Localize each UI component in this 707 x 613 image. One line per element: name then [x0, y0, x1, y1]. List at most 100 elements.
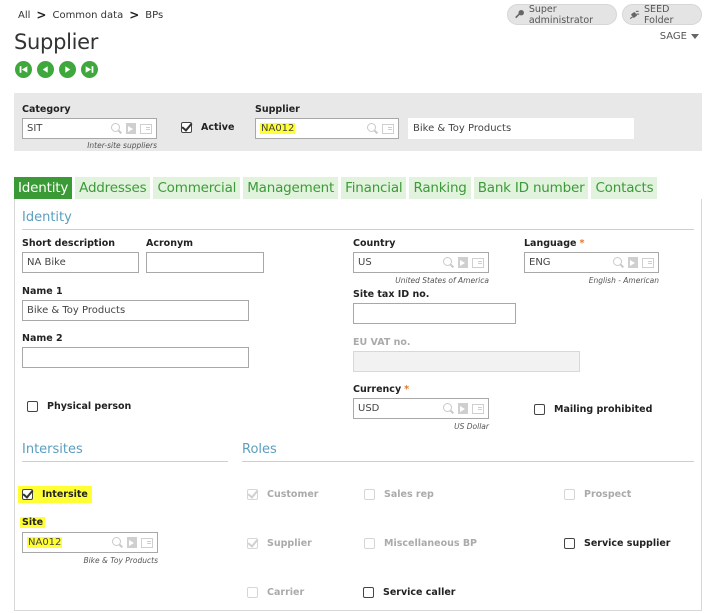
folder-button[interactable]: SEED Folder — [622, 3, 702, 26]
search-icon[interactable] — [367, 123, 378, 134]
goto-icon[interactable] — [127, 537, 137, 548]
intersite-label: Intersite — [42, 489, 88, 500]
language-description: English - American — [588, 276, 659, 285]
country-field[interactable]: US — [353, 252, 489, 273]
site-label: Site — [20, 517, 46, 528]
tab-contacts[interactable]: Contacts — [591, 177, 658, 199]
role-service-supplier-checkbox[interactable]: Service supplier — [564, 538, 670, 549]
short-description-input[interactable]: NA Bike — [22, 252, 139, 273]
previous-record-button[interactable] — [37, 61, 54, 78]
mailing-prohibited-checkbox[interactable]: Mailing prohibited — [534, 404, 652, 415]
name2-input[interactable] — [22, 347, 249, 368]
supplier-name: Bike & Toy Products — [413, 123, 512, 134]
language-field[interactable]: ENG — [524, 252, 659, 273]
section-divider — [22, 461, 228, 462]
eu-vat-input — [353, 351, 580, 372]
checkbox-checked-icon — [247, 538, 258, 549]
page-title: Supplier — [14, 30, 99, 54]
supplier-value: NA012 — [260, 123, 296, 134]
role-misc-bp-label: Miscellaneous BP — [384, 538, 478, 549]
role-customer-label: Customer — [267, 489, 319, 500]
role-supplier-checkbox: Supplier — [247, 538, 312, 549]
site-value: NA012 — [27, 537, 63, 548]
site-field[interactable]: NA012 — [22, 532, 158, 553]
search-icon[interactable] — [111, 123, 122, 134]
breadcrumb-all[interactable]: All — [18, 10, 30, 21]
search-icon[interactable] — [443, 403, 454, 414]
country-label: Country — [353, 238, 396, 249]
goto-icon[interactable] — [126, 123, 136, 134]
next-record-button[interactable] — [59, 61, 76, 78]
role-customer-checkbox: Customer — [247, 489, 319, 500]
category-field[interactable]: SIT — [22, 118, 157, 139]
search-icon[interactable] — [443, 257, 454, 268]
detail-icon[interactable] — [382, 123, 394, 134]
required-icon: * — [404, 384, 410, 395]
goto-icon[interactable] — [458, 403, 468, 414]
company-menu[interactable]: SAGE — [660, 31, 699, 42]
currency-field[interactable]: USD — [353, 398, 489, 419]
checkbox-checked-icon[interactable] — [22, 489, 33, 500]
section-divider — [22, 229, 694, 230]
previous-icon — [42, 66, 48, 73]
acronym-label: Acronym — [146, 238, 194, 249]
checkbox-icon[interactable] — [363, 587, 374, 598]
acronym-input[interactable] — [146, 252, 264, 273]
first-record-button[interactable] — [15, 61, 32, 78]
chevron-right-icon: > — [129, 8, 140, 22]
goto-icon[interactable] — [628, 257, 638, 268]
language-label-text: Language — [524, 238, 577, 249]
role-carrier-checkbox: Carrier — [247, 587, 304, 598]
detail-icon[interactable] — [141, 537, 153, 548]
detail-icon[interactable] — [472, 403, 484, 414]
role-service-supplier-label: Service supplier — [584, 538, 671, 549]
search-icon[interactable] — [613, 257, 624, 268]
chevron-right-icon: > — [36, 8, 47, 22]
checkbox-icon[interactable] — [564, 538, 575, 549]
tab-ranking[interactable]: Ranking — [409, 177, 471, 199]
tab-identity[interactable]: Identity — [14, 177, 73, 199]
intersite-checkbox[interactable]: Intersite — [18, 486, 92, 503]
tab-financial[interactable]: Financial — [341, 177, 407, 199]
key-icon — [515, 9, 524, 19]
tab-management[interactable]: Management — [243, 177, 339, 199]
name1-input[interactable]: Bike & Toy Products — [22, 300, 249, 321]
currency-label: Currency * — [353, 384, 409, 395]
supplier-name-field: Bike & Toy Products — [408, 118, 634, 139]
checkbox-icon[interactable] — [27, 401, 38, 412]
site-tax-input[interactable] — [353, 303, 516, 324]
language-label: Language * — [524, 238, 584, 249]
tab-commercial[interactable]: Commercial — [153, 177, 241, 199]
checkbox-icon — [364, 489, 375, 500]
role-service-caller-checkbox[interactable]: Service caller — [363, 587, 455, 598]
tab-addresses[interactable]: Addresses — [75, 177, 151, 199]
last-record-button[interactable] — [81, 61, 98, 78]
goto-icon[interactable] — [458, 257, 468, 268]
physical-person-checkbox[interactable]: Physical person — [27, 401, 131, 412]
record-navigation — [15, 61, 98, 78]
active-checkbox[interactable]: Active — [181, 122, 234, 133]
folder-label: SEED Folder — [644, 3, 674, 26]
required-icon: * — [579, 238, 585, 249]
next-icon — [65, 66, 71, 73]
role-prospect-checkbox: Prospect — [564, 489, 631, 500]
role-service-caller-label: Service caller — [383, 587, 456, 598]
search-icon[interactable] — [112, 537, 123, 548]
eu-vat-label: EU VAT no. — [353, 337, 411, 348]
supplier-field[interactable]: NA012 — [255, 118, 399, 139]
currency-label-text: Currency — [353, 384, 402, 395]
detail-icon[interactable] — [472, 257, 484, 268]
breadcrumb-common-data[interactable]: Common data — [52, 10, 123, 21]
tab-bank-id-number[interactable]: Bank ID number — [473, 177, 589, 199]
checkbox-checked-icon[interactable] — [181, 122, 192, 133]
role-prospect-label: Prospect — [584, 489, 632, 500]
name1-value: Bike & Toy Products — [27, 305, 126, 316]
checkbox-icon[interactable] — [534, 404, 545, 415]
name1-label: Name 1 — [22, 286, 63, 297]
short-description-label: Short description — [22, 238, 116, 249]
supplier-label: Supplier — [255, 104, 300, 115]
breadcrumb-bps[interactable]: BPs — [145, 10, 163, 21]
detail-icon[interactable] — [140, 123, 152, 134]
detail-icon[interactable] — [642, 257, 654, 268]
user-button[interactable]: Super administrator — [507, 4, 617, 26]
